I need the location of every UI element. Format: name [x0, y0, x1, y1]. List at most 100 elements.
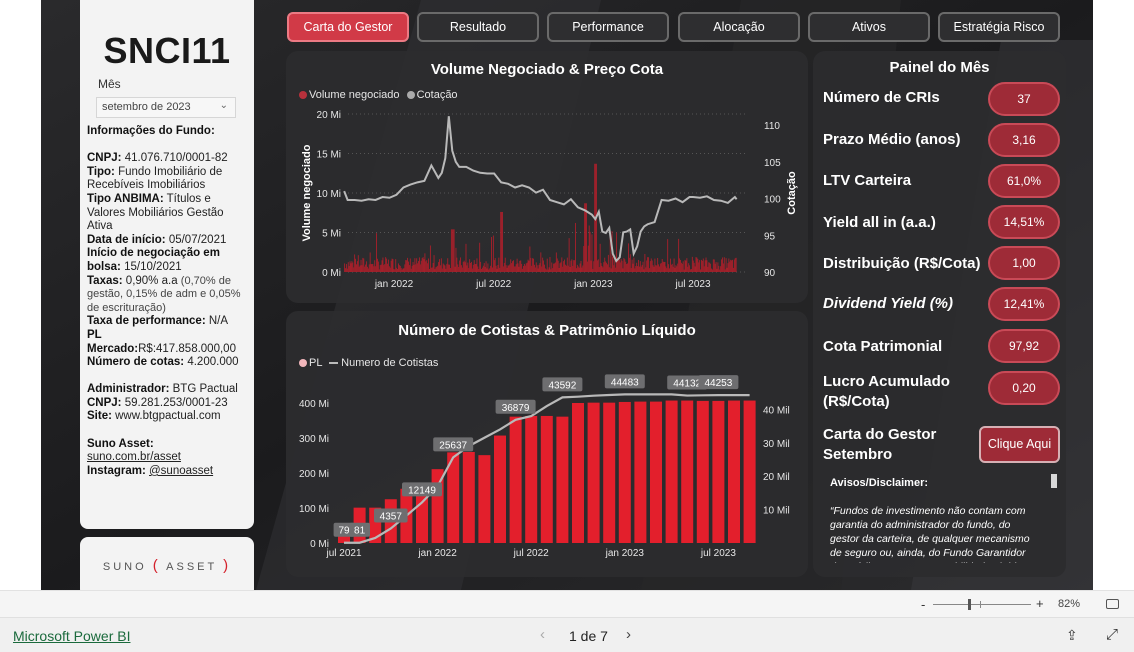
- volume-bar: [605, 261, 607, 272]
- tab-estrategia-risco[interactable]: Estratégia Risco: [938, 12, 1060, 42]
- volume-bar: [561, 257, 563, 272]
- volume-bar: [597, 259, 599, 272]
- powerbi-link[interactable]: Microsoft Power BI: [13, 628, 130, 644]
- cotistas-data-label: 44253: [704, 378, 732, 389]
- volume-bar: [728, 258, 730, 272]
- volume-bar: [616, 232, 618, 272]
- volume-bar: [420, 260, 422, 272]
- volume-bar: [604, 257, 606, 272]
- pl-bar: [681, 400, 694, 543]
- volume-bar: [408, 265, 410, 272]
- volume-x-tick: jan 2023: [573, 279, 613, 290]
- volume-bar: [622, 268, 624, 272]
- volume-bar: [637, 266, 639, 272]
- volume-bar: [382, 257, 384, 272]
- volume-bar: [591, 234, 593, 272]
- fullscreen-icon[interactable]: ⤢: [1106, 626, 1118, 643]
- zoom-slider-thumb[interactable]: [968, 599, 971, 610]
- volume-bar: [477, 266, 479, 272]
- price-y-tick: 100: [764, 195, 781, 206]
- month-dropdown[interactable]: setembro de 2023 ⌄: [96, 97, 236, 118]
- fit-to-page-icon[interactable]: [1106, 599, 1119, 609]
- volume-bar: [565, 264, 566, 272]
- volume-bar: [598, 267, 600, 272]
- volume-bar: [648, 257, 649, 272]
- volume-bar: [696, 257, 698, 272]
- prev-page-icon[interactable]: ‹: [540, 626, 545, 643]
- volume-bar: [458, 266, 460, 272]
- volume-bar: [512, 261, 513, 272]
- tab-resultado[interactable]: Resultado: [417, 12, 539, 42]
- zoom-out-button[interactable]: -: [921, 597, 925, 612]
- kpi-value-ltv: 61,0%: [988, 164, 1060, 198]
- next-page-icon[interactable]: ›: [626, 626, 631, 643]
- volume-bar: [483, 263, 485, 272]
- volume-bar: [691, 256, 693, 272]
- kpi-panel: Painel do Mês Número de CRIs 37 Prazo Mé…: [813, 51, 1066, 577]
- kpi-value-prazo: 3,16: [988, 123, 1060, 157]
- volume-bar: [404, 264, 406, 272]
- volume-bar: [526, 262, 528, 272]
- volume-bar: [727, 263, 729, 272]
- volume-bar: [625, 261, 627, 272]
- volume-bar: [535, 262, 537, 272]
- volume-bar: [716, 268, 718, 272]
- volume-bar: [646, 260, 648, 272]
- suno-link[interactable]: suno.com.br/asset: [87, 451, 181, 463]
- pl-bar: [728, 400, 740, 543]
- volume-bar: [551, 262, 553, 272]
- volume-bar: [397, 263, 399, 272]
- info-heading: Informações do Fundo:: [87, 125, 215, 137]
- instagram-label: Instagram:: [87, 464, 146, 477]
- tab-ativos[interactable]: Ativos: [808, 12, 930, 42]
- volume-bar: [645, 267, 647, 272]
- volume-bar: [468, 268, 470, 272]
- volume-bar: [529, 246, 531, 272]
- volume-bar: [648, 268, 650, 272]
- pl-bar: [494, 435, 506, 543]
- volume-bar: [418, 257, 420, 272]
- volume-bar: [450, 229, 452, 272]
- volume-bar: [538, 264, 540, 272]
- share-icon[interactable]: ⇪: [1066, 627, 1078, 644]
- site-link[interactable]: www.btgpactual.com: [115, 410, 220, 422]
- volume-bar: [471, 268, 473, 272]
- volume-bar: [438, 262, 440, 272]
- site-label: Site:: [87, 410, 112, 423]
- volume-bar: [401, 269, 403, 272]
- tab-carta-do-gestor[interactable]: Carta do Gestor: [287, 12, 409, 42]
- volume-bar: [547, 269, 549, 272]
- volume-bar: [448, 264, 450, 272]
- disclaimer-scrollbar[interactable]: [1051, 474, 1057, 488]
- volume-y-tick: 15 Mi: [317, 150, 341, 161]
- volume-bar: [675, 265, 677, 272]
- volume-bar: [523, 266, 524, 272]
- clique-aqui-button[interactable]: Clique Aqui: [979, 426, 1060, 463]
- chevron-down-icon: ⌄: [219, 100, 228, 111]
- tab-performance[interactable]: Performance: [547, 12, 669, 42]
- instagram-link[interactable]: @sunoasset: [149, 465, 213, 477]
- tab-alocacao[interactable]: Alocação: [678, 12, 800, 42]
- cotistas-y-tick: 40 Mil: [763, 405, 790, 416]
- cotas-value: 4.200.000: [187, 356, 239, 369]
- zoom-slider-track[interactable]: [933, 604, 1031, 605]
- volume-bar: [487, 263, 489, 272]
- volume-bar: [484, 266, 486, 272]
- volume-bar: [600, 263, 602, 272]
- volume-bar: [537, 268, 539, 272]
- zoom-in-button[interactable]: +: [1036, 596, 1044, 611]
- negociacao-value: 15/10/2021: [124, 260, 182, 273]
- pl-bar: [696, 400, 709, 543]
- volume-bar: [698, 262, 700, 272]
- volume-bar: [423, 259, 425, 272]
- volume-bar: [457, 264, 459, 272]
- volume-bar: [352, 262, 354, 272]
- volume-bar: [610, 268, 612, 272]
- volume-bar: [543, 260, 545, 272]
- admin-label: Administrador:: [87, 383, 170, 396]
- volume-bar: [469, 259, 471, 272]
- volume-bar: [732, 259, 733, 272]
- volume-bar: [653, 266, 655, 272]
- volume-bar: [689, 265, 691, 272]
- inicio-value: 05/07/2021: [168, 233, 227, 246]
